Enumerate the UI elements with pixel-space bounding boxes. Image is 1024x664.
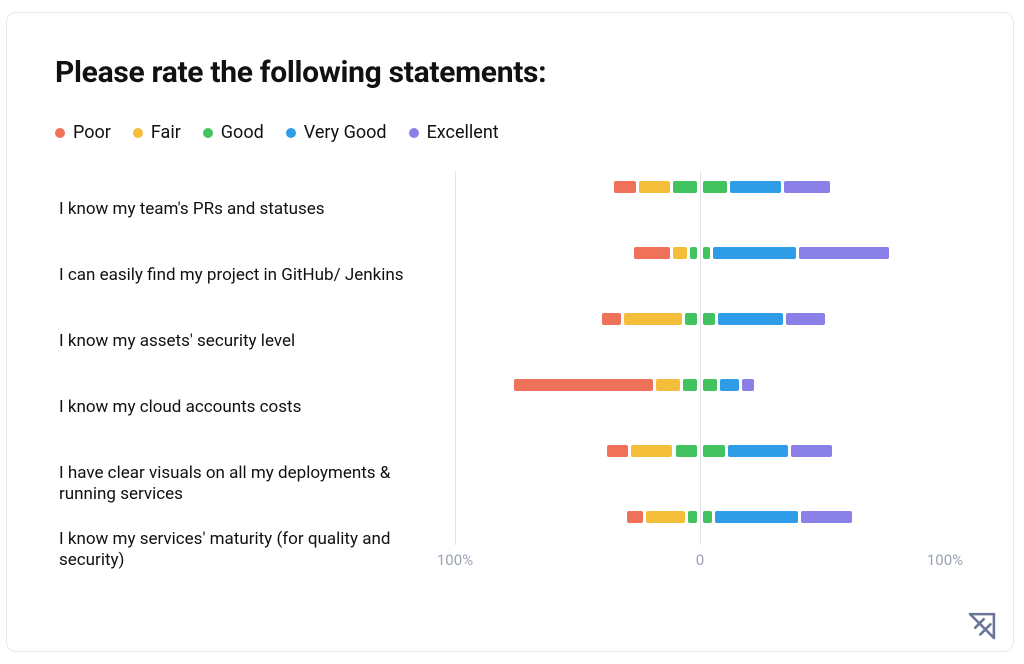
bar-segment	[656, 379, 680, 391]
axis-labels: 100% 0 100%	[455, 551, 945, 571]
bar-segment	[718, 313, 784, 325]
legend: Poor Fair Good Very Good Excellent	[55, 122, 969, 143]
bar-segment	[514, 379, 653, 391]
legend-swatch	[286, 128, 296, 138]
bar-segment	[631, 445, 672, 457]
legend-swatch	[409, 128, 419, 138]
chart-row: I know my cloud accounts costs	[55, 369, 969, 435]
legend-label: Fair	[151, 122, 181, 143]
bar-segment	[703, 247, 710, 259]
chart-zone: I know my team's PRs and statuses I can e…	[55, 171, 969, 571]
bar-track	[455, 511, 945, 523]
bar-track	[455, 313, 945, 325]
bar-segment	[688, 511, 697, 523]
bar-segment	[690, 247, 697, 259]
bar-track	[455, 181, 945, 193]
row-label: I have clear visuals on all my deploymen…	[59, 463, 409, 506]
row-label: I know my services' maturity (for qualit…	[59, 529, 409, 572]
legend-label: Poor	[73, 122, 111, 143]
bar-segment	[703, 313, 715, 325]
axis-tick-center: 0	[696, 551, 704, 569]
bar-segment	[801, 511, 852, 523]
bar-segment	[703, 379, 717, 391]
bar-segment	[703, 181, 727, 193]
bar-segment	[602, 313, 621, 325]
axis-tick-left: 100%	[437, 551, 473, 569]
bar-segment	[791, 445, 832, 457]
bar-segment	[720, 379, 739, 391]
bar-segment	[728, 445, 789, 457]
bar-track	[455, 379, 945, 391]
bar-segment	[673, 247, 687, 259]
bar-segment	[713, 247, 796, 259]
legend-swatch	[55, 128, 65, 138]
bar-segment	[742, 379, 754, 391]
legend-item: Fair	[133, 122, 181, 143]
legend-item: Good	[203, 122, 264, 143]
bar-segment	[799, 247, 889, 259]
bar-segment	[627, 511, 644, 523]
bar-segment	[715, 511, 798, 523]
chart-row: I can easily find my project in GitHub/ …	[55, 237, 969, 303]
legend-label: Excellent	[427, 122, 499, 143]
legend-label: Good	[221, 122, 264, 143]
bar-segment	[624, 313, 682, 325]
row-label: I can easily find my project in GitHub/ …	[59, 265, 409, 286]
chart-title: Please rate the following statements:	[55, 55, 969, 90]
bar-segment	[685, 313, 697, 325]
bar-track	[455, 445, 945, 457]
bar-segment	[786, 313, 825, 325]
bar-segment	[784, 181, 830, 193]
chart-row: I have clear visuals on all my deploymen…	[55, 435, 969, 501]
bar-segment	[634, 247, 670, 259]
row-label: I know my assets' security level	[59, 331, 409, 352]
legend-item: Very Good	[286, 122, 387, 143]
legend-label: Very Good	[304, 122, 387, 143]
chart-card: Please rate the following statements: Po…	[6, 12, 1014, 652]
chart-row: I know my team's PRs and statuses	[55, 171, 969, 237]
bar-segment	[703, 511, 712, 523]
axis-tick-right: 100%	[927, 551, 963, 569]
legend-item: Poor	[55, 122, 111, 143]
chart-row: I know my assets' security level	[55, 303, 969, 369]
bar-segment	[676, 445, 698, 457]
row-label: I know my team's PRs and statuses	[59, 199, 409, 220]
bar-track	[455, 247, 945, 259]
bar-segment	[673, 181, 697, 193]
bar-segment	[703, 445, 725, 457]
legend-swatch	[203, 128, 213, 138]
brand-logo-icon	[965, 609, 999, 643]
bar-segment	[730, 181, 781, 193]
legend-swatch	[133, 128, 143, 138]
bar-segment	[683, 379, 697, 391]
row-label: I know my cloud accounts costs	[59, 397, 409, 418]
legend-item: Excellent	[409, 122, 499, 143]
bar-segment	[639, 181, 670, 193]
bar-segment	[614, 181, 636, 193]
bar-segment	[607, 445, 629, 457]
bar-segment	[646, 511, 685, 523]
